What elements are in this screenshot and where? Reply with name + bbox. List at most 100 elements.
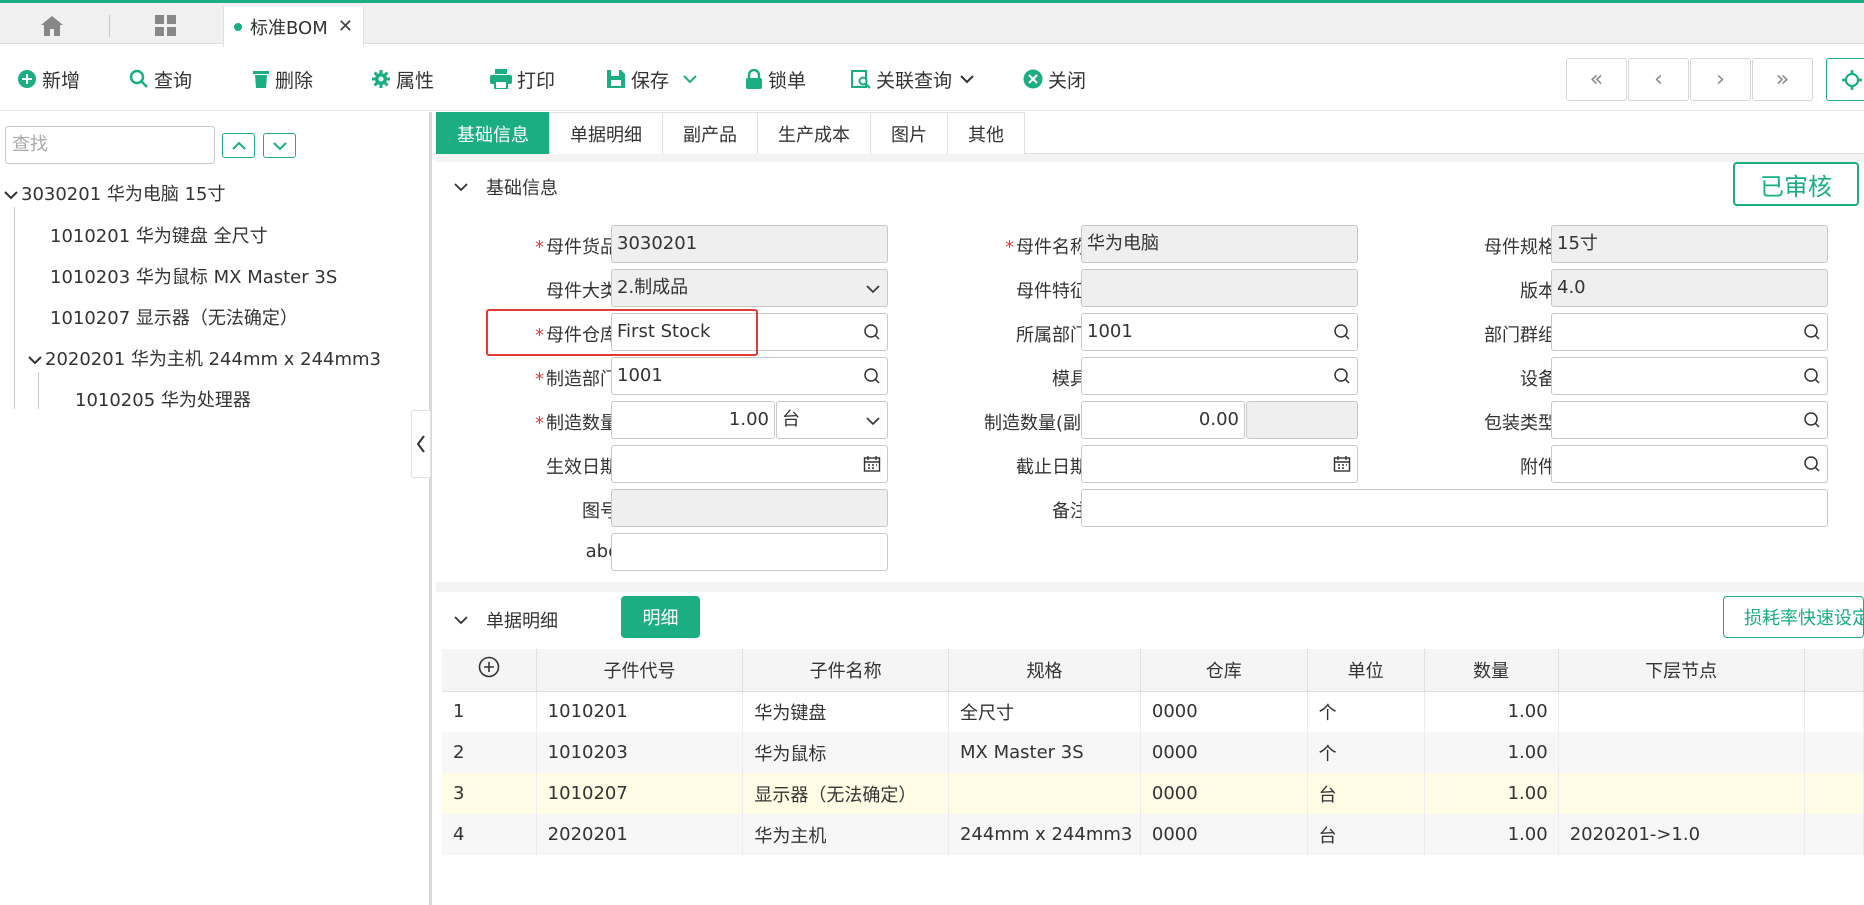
chevron-down-icon[interactable] (683, 74, 697, 84)
cell-code[interactable]: 1010207 (536, 773, 744, 814)
parent-item-field[interactable]: 3030201 (611, 225, 888, 263)
query-button[interactable]: 查询 (129, 65, 192, 93)
calendar-icon[interactable] (1333, 455, 1351, 473)
cell-spec[interactable]: MX Master 3S (948, 732, 1141, 773)
cell-qty[interactable]: 1.00 (1424, 814, 1559, 855)
col-header-code[interactable]: 子件代号 (536, 649, 744, 692)
category-select[interactable]: 2.制成品 (611, 269, 888, 307)
col-header-warehouse[interactable]: 仓库 (1140, 649, 1308, 692)
search-icon[interactable] (1803, 367, 1821, 385)
cell-unit[interactable]: 个 (1307, 691, 1425, 732)
tree-node[interactable]: 1010201 华为键盘 全尺寸 (50, 222, 268, 248)
related-query-button[interactable]: 关联查询 (851, 65, 979, 93)
lock-button[interactable]: 锁单 (745, 65, 806, 93)
feature-field[interactable] (1081, 269, 1358, 307)
col-header-qty[interactable]: 数量 (1424, 649, 1559, 692)
col-header-child-node[interactable]: 下层节点 (1558, 649, 1805, 692)
save-button[interactable]: 保存 (606, 65, 702, 93)
abc-field[interactable] (611, 533, 888, 571)
add-button[interactable]: 新增 (17, 65, 80, 93)
search-icon[interactable] (863, 367, 881, 385)
tab-byproduct[interactable]: 副产品 (662, 112, 758, 154)
parent-name-field[interactable]: 华为电脑 (1081, 225, 1358, 263)
mfg-qty-field[interactable]: 1.00 (611, 401, 775, 439)
col-header-spec[interactable]: 规格 (948, 649, 1141, 692)
delete-button[interactable]: 删除 (252, 65, 313, 93)
cell-code[interactable]: 1010203 (536, 732, 744, 773)
search-icon[interactable] (1803, 455, 1821, 473)
home-icon[interactable] (40, 15, 64, 37)
pack-type-field[interactable] (1551, 401, 1828, 439)
chevron-down-icon[interactable] (4, 190, 18, 200)
search-icon[interactable] (1803, 411, 1821, 429)
detail-button[interactable]: 明细 (621, 596, 700, 638)
add-row-header[interactable] (442, 649, 537, 692)
dept-field[interactable]: 1001 (1081, 313, 1358, 351)
cell-spec[interactable]: 全尺寸 (948, 691, 1141, 732)
move-up-button[interactable] (222, 133, 255, 158)
panel-splitter[interactable] (429, 112, 432, 905)
basic-info-section-header[interactable]: 基础信息 (454, 174, 558, 200)
cell-warehouse[interactable]: 0000 (1140, 814, 1308, 855)
tab-basic-info[interactable]: 基础信息 (436, 112, 550, 154)
cell-name[interactable]: 华为键盘 (742, 691, 949, 732)
loss-rate-quick-set-button[interactable]: 损耗率快速设定 (1723, 596, 1864, 638)
tab-other[interactable]: 其他 (947, 112, 1025, 154)
cell-unit[interactable]: 个 (1307, 732, 1425, 773)
cell-child-node[interactable] (1558, 691, 1805, 732)
tab-standard-bom[interactable]: 标准BOM ✕ (223, 6, 364, 47)
cell-unit[interactable]: 台 (1307, 814, 1425, 855)
tree-node-root[interactable]: 3030201 华为电脑 15寸 (4, 180, 226, 206)
col-header-name[interactable]: 子件名称 (742, 649, 949, 692)
cell-warehouse[interactable]: 0000 (1140, 732, 1308, 773)
close-tab-icon[interactable]: ✕ (338, 16, 353, 37)
search-icon[interactable] (1803, 323, 1821, 341)
cell-child-node[interactable] (1558, 773, 1805, 814)
cell-unit[interactable]: 台 (1307, 773, 1425, 814)
effective-date-field[interactable] (611, 445, 888, 483)
tree-node[interactable]: 1010205 华为处理器 (75, 386, 251, 412)
close-button[interactable]: 关闭 (1023, 65, 1086, 93)
mfg-qty-sub-field[interactable]: 0.00 (1081, 401, 1245, 439)
cell-warehouse[interactable]: 0000 (1140, 773, 1308, 814)
cell-name[interactable]: 华为鼠标 (742, 732, 949, 773)
last-record-button[interactable]: » (1752, 58, 1813, 101)
cell-qty[interactable]: 1.00 (1424, 773, 1559, 814)
cell-name[interactable]: 显示器（无法确定） (742, 773, 949, 814)
parent-spec-field[interactable]: 15寸 (1551, 225, 1828, 263)
mfg-dept-field[interactable]: 1001 (611, 357, 888, 395)
tree-node-host[interactable]: 2020201 华为主机 244mm x 244mm3 (28, 345, 381, 371)
end-date-field[interactable] (1081, 445, 1358, 483)
cell-qty[interactable]: 1.00 (1424, 732, 1559, 773)
mold-field[interactable] (1081, 357, 1358, 395)
chevron-down-icon[interactable] (960, 74, 974, 84)
calendar-icon[interactable] (863, 455, 881, 473)
apps-grid-icon[interactable] (155, 15, 177, 37)
table-row[interactable]: 2 1010203 华为鼠标 MX Master 3S 0000 个 1.00 (442, 732, 1864, 773)
collapse-panel-button[interactable] (411, 410, 431, 478)
prev-record-button[interactable]: ‹ (1628, 58, 1689, 101)
attachment-field[interactable] (1551, 445, 1828, 483)
tab-images[interactable]: 图片 (870, 112, 948, 154)
first-record-button[interactable]: « (1566, 58, 1627, 101)
search-icon[interactable] (1333, 323, 1351, 341)
detail-section-header[interactable]: 单据明细 (454, 607, 558, 633)
mfg-qty-sub-unit-field[interactable] (1246, 401, 1358, 439)
dept-group-field[interactable] (1551, 313, 1828, 351)
unit-select[interactable]: 台 (776, 401, 888, 439)
tree-node[interactable]: 1010203 华为鼠标 MX Master 3S (50, 263, 337, 289)
tab-production-cost[interactable]: 生产成本 (757, 112, 871, 154)
equipment-field[interactable] (1551, 357, 1828, 395)
next-record-button[interactable]: › (1690, 58, 1751, 101)
cell-child-node[interactable] (1558, 732, 1805, 773)
cell-qty[interactable]: 1.00 (1424, 691, 1559, 732)
cell-code[interactable]: 2020201 (536, 814, 744, 855)
cell-name[interactable]: 华为主机 (742, 814, 949, 855)
print-button[interactable]: 打印 (490, 65, 555, 93)
table-row[interactable]: 1 1010201 华为键盘 全尺寸 0000 个 1.00 (442, 691, 1864, 732)
search-icon[interactable] (1333, 367, 1351, 385)
settings-button[interactable] (1826, 58, 1864, 101)
cell-spec[interactable]: 244mm x 244mm3 (948, 814, 1141, 855)
cell-spec[interactable] (948, 773, 1141, 814)
col-header-unit[interactable]: 单位 (1307, 649, 1425, 692)
